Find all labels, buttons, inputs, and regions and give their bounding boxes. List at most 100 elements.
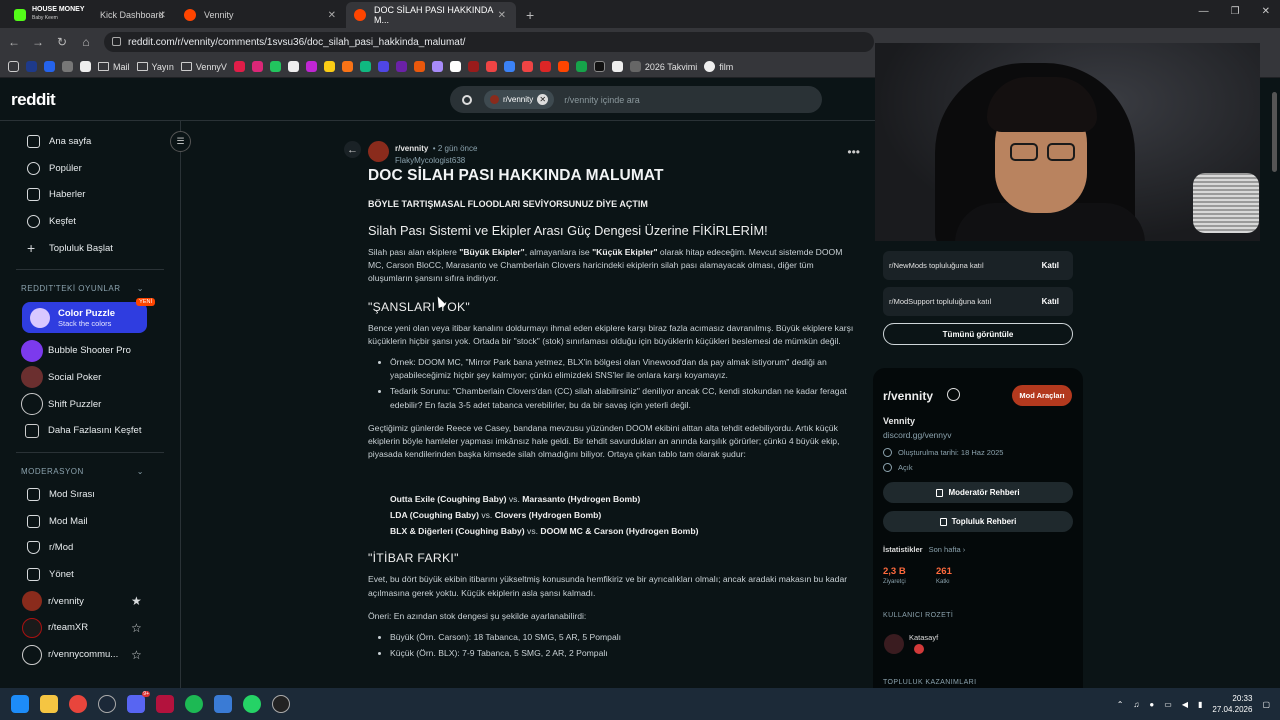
new-tab-button[interactable]: + [526,2,534,28]
headset-icon[interactable]: ♫ [1133,700,1139,709]
bookmark-icon[interactable] [359,61,371,72]
page-scrollbar[interactable] [1270,80,1280,688]
search-bar[interactable]: r/vennity ✕ r/vennity içinde ara [450,86,822,113]
maximize-icon[interactable]: ❐ [1231,6,1240,17]
bookmark-icon[interactable] [593,61,605,72]
bookmark-icon[interactable] [44,61,55,72]
tab-post[interactable]: DOC SİLAH PASI HAKKINDA M... ✕ [346,2,516,28]
subreddit-chip[interactable]: r/vennity ✕ [484,90,555,109]
moderator-guide-button[interactable]: Moderatör Rehberi [883,482,1073,503]
menu-toggle-button[interactable]: ☰ [170,131,191,152]
bookmark-icon[interactable] [467,61,479,72]
bookmark-mail[interactable]: Mail [98,62,130,72]
bookmark-icon[interactable] [575,61,587,72]
volume-icon[interactable]: ◀ [1182,700,1188,709]
bookmark-icon[interactable] [323,61,335,72]
display-icon[interactable]: ▭ [1164,700,1172,709]
file-explorer-icon[interactable] [40,695,58,713]
bookmark-icon[interactable] [341,61,353,72]
bookmark-icon[interactable] [233,61,245,72]
scrollbar-thumb[interactable] [1272,92,1277,172]
mod-tools-button[interactable]: Mod Araçları [1012,385,1072,406]
reddit-logo[interactable]: reddit [11,90,56,110]
bookmark-takvim[interactable]: 2026 Takvimi [629,61,697,72]
sidebar-item-r-teamxr[interactable]: r/teamXR ☆ [0,615,180,642]
home-icon[interactable]: ⌂ [74,35,98,49]
battery-icon[interactable]: ▮ [1198,700,1202,709]
join-button[interactable]: Katıl [1042,261,1059,270]
steam-icon[interactable] [98,695,116,713]
sidebar-item-social-poker[interactable]: Social Poker [0,364,180,391]
sidebar-item-home[interactable]: Ana sayfa [0,128,180,155]
star-outline-icon[interactable]: ☆ [131,621,142,635]
post-subreddit[interactable]: r/vennity [395,144,428,153]
close-icon[interactable]: ✕ [158,10,166,21]
bookmark-icon[interactable] [269,61,281,72]
join-button[interactable]: Katıl [1042,297,1059,306]
whatsapp-icon[interactable] [243,695,261,713]
bookmark-icon[interactable] [539,61,551,72]
sidebar-item-discover-more[interactable]: Daha Fazlasını Keşfet [0,418,180,445]
app-icon[interactable] [214,695,232,713]
chrome-icon[interactable] [69,695,87,713]
sidebar-item-explore[interactable]: Keşfet [0,208,180,235]
spotify-icon[interactable] [185,695,203,713]
apps-icon[interactable] [8,61,19,72]
bookmark-icon[interactable] [431,61,443,72]
clear-chip-icon[interactable]: ✕ [537,94,549,105]
notifications-icon[interactable]: ▢ [1262,700,1270,709]
close-window-icon[interactable]: ✕ [1262,6,1270,17]
bookmark-yayin[interactable]: Yayın [136,62,174,72]
bookmark-icon[interactable] [377,61,389,72]
bookmark-icon[interactable] [26,61,37,72]
post-author[interactable]: FlakyMycologist638 [395,156,477,165]
bookmark-icon[interactable] [80,61,91,72]
tab-vennity[interactable]: Vennity ✕ [176,2,346,28]
sidebar-item-start-community[interactable]: + Topluluk Başlat [0,235,180,262]
chevron-up-icon[interactable]: ⌃ [1117,700,1124,709]
back-icon[interactable]: ← [2,35,26,49]
bookmark-icon[interactable] [413,61,425,72]
sidebar-item-shift-puzzler[interactable]: Shift Puzzler [0,391,180,418]
bookmark-icon[interactable] [521,61,533,72]
stats-header[interactable]: İstatistikler Son hafta › [883,545,965,554]
bookmark-icon[interactable] [251,61,263,72]
star-outline-icon[interactable]: ☆ [131,648,142,662]
bookmark-film[interactable]: film [704,61,733,72]
bookmark-icon[interactable] [449,61,461,72]
close-icon[interactable]: ✕ [328,10,336,21]
subreddit-name[interactable]: r/vennity [883,389,933,403]
sidebar-item-r-vennycommunity[interactable]: r/vennycommu... ☆ [0,641,180,668]
star-filled-icon[interactable]: ★ [131,594,142,608]
forward-icon[interactable]: → [26,35,50,49]
stats-period[interactable]: Son hafta › [929,545,966,554]
reload-icon[interactable]: ↻ [50,35,74,49]
sidebar-item-manage[interactable]: Yönet [0,561,180,588]
moderation-section-header[interactable]: MODERASYON ⌄ [0,461,180,481]
sidebar-item-mod-mail[interactable]: Mod Mail [0,508,180,535]
clock[interactable]: 20:33 27.04.2026 [1212,693,1252,715]
settings-icon[interactable] [947,388,960,401]
bookmark-vennyv[interactable]: VennyV [180,62,227,72]
bookmark-icon[interactable] [485,61,497,72]
close-icon[interactable]: ✕ [498,10,506,21]
bookmark-icon[interactable] [287,61,299,72]
bookmark-icon[interactable] [611,61,623,72]
more-options-icon[interactable]: ••• [847,145,860,159]
subreddit-avatar[interactable] [368,140,389,162]
bookmark-icon[interactable] [395,61,407,72]
tab-kick[interactable]: HOUSE MONEY Baby Keem Kick Dashboard ✕ [6,2,176,28]
windows-start-icon[interactable] [11,695,29,713]
sidebar-item-mod-queue[interactable]: Mod Sırası [0,481,180,508]
bookmark-icon[interactable] [503,61,515,72]
join-card-modsupport[interactable]: r/ModSupport topluluğuna katıl Katıl [883,287,1073,316]
minimize-icon[interactable]: — [1199,6,1209,17]
discord-icon[interactable]: 9+ [127,691,150,713]
obs-icon[interactable] [272,695,290,713]
join-card-newmods[interactable]: r/NewMods topluluğuna katıl Katıl [883,251,1073,280]
sidebar-item-r-vennity[interactable]: r/vennity ★ [0,588,180,615]
sidebar-item-r-mod[interactable]: r/Mod [0,535,180,562]
sidebar-item-popular[interactable]: Popüler [0,155,180,182]
back-button[interactable]: ← [344,141,361,158]
bookmark-icon[interactable] [62,61,73,72]
